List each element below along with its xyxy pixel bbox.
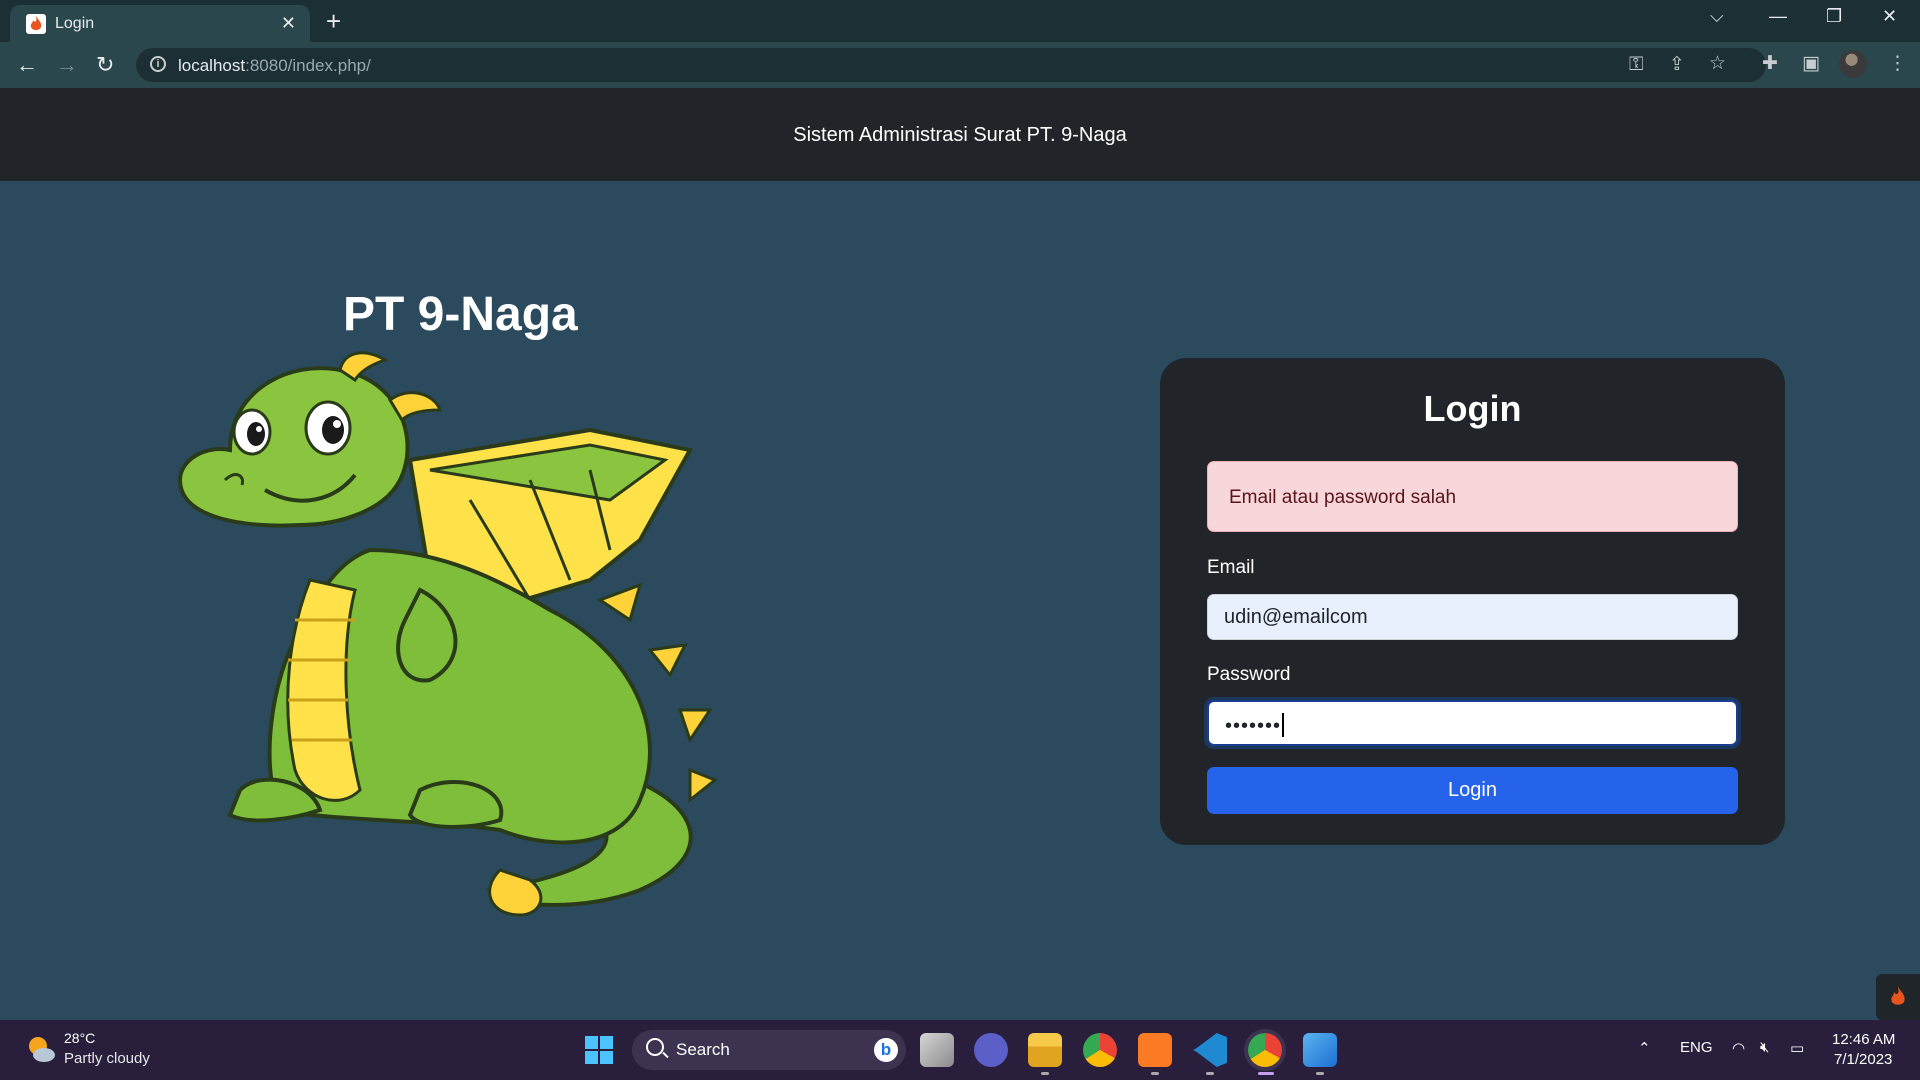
profile-avatar[interactable] <box>1839 50 1867 78</box>
browser-menu-icon[interactable]: ⋮ <box>1888 52 1907 75</box>
speaker-muted-icon[interactable]: 🔇︎ <box>1760 1039 1769 1056</box>
login-heading: Login <box>1423 388 1522 429</box>
taskbar-search[interactable]: Search b <box>632 1030 906 1070</box>
dragon-mascot-image <box>177 351 718 917</box>
vscode-icon[interactable] <box>1193 1033 1227 1067</box>
flame-widget-icon[interactable] <box>1876 974 1920 1020</box>
email-value: udin@emailcom <box>1224 606 1368 628</box>
site-navbar: Sistem Administrasi Surat PT. 9-Naga <box>0 88 1920 181</box>
bing-icon[interactable]: b <box>874 1038 898 1062</box>
flame-favicon-icon <box>26 14 46 34</box>
password-key-icon[interactable]: ⚿ <box>1629 54 1643 76</box>
login-button[interactable]: Login <box>1207 767 1738 814</box>
battery-icon[interactable]: ▭ <box>1790 1039 1804 1057</box>
browser-tab-login[interactable]: Login ✕ <box>10 5 310 42</box>
login-card: Login Email atau password salah Email ud… <box>1160 358 1785 845</box>
weather-description[interactable]: Partly cloudy <box>64 1050 150 1067</box>
language-indicator[interactable]: ENG <box>1680 1039 1713 1056</box>
tab-search-chevron-icon[interactable]: ⌵ <box>1710 6 1724 27</box>
tab-close-icon[interactable]: ✕ <box>281 13 296 34</box>
chrome-profile-icon[interactable] <box>1248 1033 1282 1067</box>
brand-title: PT 9-Naga <box>343 288 578 341</box>
clock-time[interactable]: 12:46 AM <box>1832 1031 1895 1048</box>
address-url[interactable]: localhost:8080/index.php/ <box>178 56 371 76</box>
running-indicator <box>1206 1072 1214 1075</box>
running-indicator <box>1316 1072 1324 1075</box>
url-path: :8080/index.php/ <box>245 56 371 75</box>
clock-date[interactable]: 7/1/2023 <box>1834 1051 1892 1068</box>
task-view-icon[interactable] <box>920 1033 954 1067</box>
active-indicator <box>1258 1072 1274 1075</box>
browser-tab-strip: Login ✕ + ⌵ — ❐ ✕ <box>0 0 1920 42</box>
tab-title: Login <box>55 15 95 32</box>
forward-icon[interactable]: → <box>56 52 78 78</box>
running-indicator <box>1041 1072 1049 1075</box>
back-icon[interactable]: ← <box>16 52 38 78</box>
side-panel-icon[interactable]: ▣ <box>1802 52 1820 75</box>
chrome-icon[interactable] <box>1083 1033 1117 1067</box>
password-mask: ••••••• <box>1225 715 1282 737</box>
search-label: Search <box>676 1040 730 1059</box>
bookmark-star-icon[interactable]: ☆ <box>1709 52 1726 75</box>
windows-start-icon[interactable] <box>585 1036 613 1064</box>
wifi-icon[interactable]: ◠ <box>1732 1039 1745 1057</box>
url-host: localhost <box>178 56 246 75</box>
address-bar[interactable]: i localhost:8080/index.php/ ⚿ ⇪ ☆ <box>136 48 1766 82</box>
xampp-icon[interactable] <box>1138 1033 1172 1067</box>
email-label: Email <box>1207 557 1255 578</box>
password-label: Password <box>1207 664 1291 685</box>
email-field[interactable]: udin@emailcom <box>1207 594 1738 640</box>
share-icon[interactable]: ⇪ <box>1669 53 1685 76</box>
browser-toolbar: ← → ↻ i localhost:8080/index.php/ ⚿ ⇪ ☆ … <box>0 42 1920 88</box>
search-icon <box>646 1038 664 1056</box>
running-indicator <box>1151 1072 1159 1075</box>
partly-cloudy-icon[interactable] <box>26 1034 56 1064</box>
error-alert: Email atau password salah <box>1207 461 1738 532</box>
new-tab-icon[interactable]: + <box>326 6 341 37</box>
teams-chat-icon[interactable] <box>974 1033 1008 1067</box>
file-explorer-icon[interactable] <box>1028 1033 1062 1067</box>
restore-icon[interactable]: ❐ <box>1826 6 1842 27</box>
text-caret <box>1282 713 1285 737</box>
password-field[interactable]: ••••••• <box>1207 700 1738 746</box>
close-window-icon[interactable]: ✕ <box>1882 6 1897 27</box>
site-info-icon[interactable]: i <box>150 56 166 72</box>
site-title: Sistem Administrasi Surat PT. 9-Naga <box>793 124 1127 146</box>
extensions-puzzle-icon[interactable]: ✚ <box>1762 52 1778 75</box>
tray-overflow-chevron-icon[interactable]: ⌃ <box>1638 1039 1651 1057</box>
windows-taskbar: 28°C Partly cloudy Search b ⌃ ENG ◠ 🔇︎ ▭… <box>0 1020 1920 1080</box>
minimize-icon[interactable]: — <box>1769 6 1787 27</box>
reload-icon[interactable]: ↻ <box>96 52 114 78</box>
photos-icon[interactable] <box>1303 1033 1337 1067</box>
weather-temperature[interactable]: 28°C <box>64 1030 95 1046</box>
